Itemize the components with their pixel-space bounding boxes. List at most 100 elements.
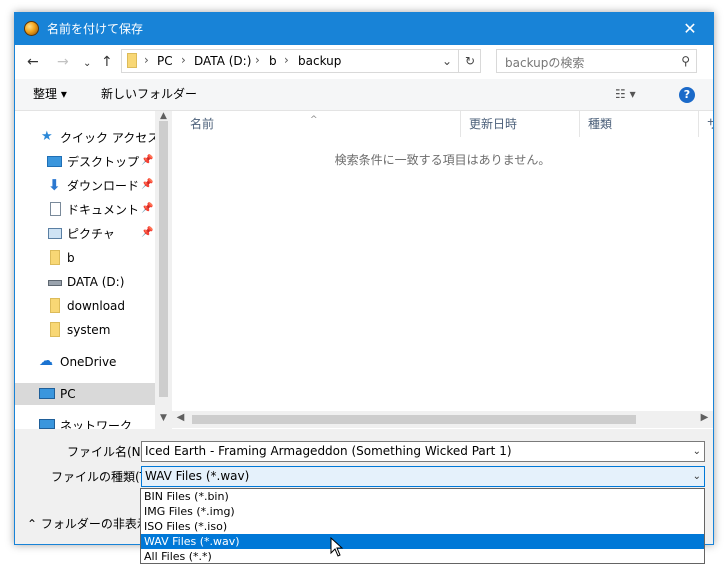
cloud-icon: ☁ (39, 353, 53, 369)
folder-icon (50, 322, 60, 337)
search-placeholder: backupの検索 (505, 56, 585, 70)
mouse-cursor-icon (330, 537, 344, 557)
filetype-option-iso[interactable]: ISO Files (*.iso) (141, 519, 704, 534)
scrollbar-thumb[interactable] (159, 121, 168, 397)
breadcrumb-backup[interactable]: backup (298, 54, 341, 68)
navigation-pane-scrollbar[interactable]: ▲ ▼ (155, 111, 172, 429)
filename-value: Iced Earth - Framing Armageddon (Somethi… (145, 444, 512, 458)
sidebar-item-label: ピクチャ (67, 227, 115, 241)
filename-field[interactable]: Iced Earth - Framing Armageddon (Somethi… (141, 441, 705, 462)
sidebar-item-downloads[interactable]: ⬇ ダウンロード 📌 (15, 175, 155, 197)
filetype-option-img[interactable]: IMG Files (*.img) (141, 504, 704, 519)
document-icon (50, 202, 61, 216)
scroll-up-arrow-icon[interactable]: ▲ (155, 111, 172, 121)
file-list-horizontal-scrollbar[interactable]: ◀ ▶ (172, 411, 713, 428)
hide-folders-button[interactable]: ⌃ フォルダーの非表示 (27, 517, 149, 531)
title-bar: 名前を付けて保存 ✕ (15, 13, 713, 45)
scrollbar-thumb[interactable] (192, 415, 636, 424)
folder-icon (127, 53, 137, 68)
sidebar-item-desktop[interactable]: デスクトップ 📌 (15, 151, 155, 173)
address-bar[interactable]: › PC › DATA (D:) › b › backup ⌄ ↻ (121, 49, 481, 73)
empty-message: 検索条件に一致する項目はありません。 (334, 153, 551, 167)
folder-icon (50, 250, 60, 265)
pin-icon[interactable]: 📌 (141, 227, 153, 238)
save-as-dialog: 名前を付けて保存 ✕ ← → ⌄ ↑ › PC › DATA (D:) › b … (14, 12, 714, 545)
scroll-down-arrow-icon[interactable]: ▼ (155, 413, 172, 423)
refresh-icon[interactable]: ↻ (458, 50, 481, 72)
sidebar-item-documents[interactable]: ドキュメント 📌 (15, 199, 155, 221)
chevron-right-icon: › (181, 53, 186, 67)
recent-locations-chevron-icon[interactable]: ⌄ (83, 56, 91, 72)
search-box[interactable]: backupの検索 ⚲ (496, 49, 697, 73)
filename-label: ファイル名(N): (67, 445, 150, 459)
search-icon[interactable]: ⚲ (681, 54, 690, 68)
chevron-right-icon: › (255, 53, 260, 67)
command-toolbar: 整理 ▾ 新しいフォルダー ☷ ▾ ? (15, 79, 713, 111)
sidebar-item-folder-system[interactable]: system (15, 319, 155, 341)
sidebar-item-label: クイック アクセス (60, 131, 155, 145)
sidebar-item-label: system (67, 323, 111, 337)
filetype-option-wav[interactable]: WAV Files (*.wav) (141, 534, 704, 549)
sidebar-item-label: PC (60, 387, 76, 401)
breadcrumb-b[interactable]: b (269, 54, 277, 68)
sidebar-item-label: ドキュメント (67, 203, 140, 217)
help-icon[interactable]: ? (679, 87, 695, 103)
filetype-option-all[interactable]: All Files (*.*) (141, 549, 704, 564)
new-folder-button[interactable]: 新しいフォルダー (101, 87, 197, 101)
app-icon (24, 21, 39, 36)
network-icon (39, 419, 55, 429)
column-header-type[interactable]: 種類 (580, 111, 699, 137)
pin-icon[interactable]: 📌 (141, 155, 153, 166)
column-header-label: 更新日時 (469, 117, 518, 131)
breadcrumb-pc[interactable]: PC (157, 54, 173, 68)
sidebar-item-data-drive[interactable]: DATA (D:) (15, 271, 155, 293)
sidebar-item-pc[interactable]: PC (15, 383, 155, 405)
scroll-right-arrow-icon[interactable]: ▶ (696, 412, 713, 423)
sidebar-item-label: DATA (D:) (67, 275, 125, 289)
pin-icon[interactable]: 📌 (141, 179, 153, 190)
sidebar-item-label: download (67, 299, 126, 313)
chevron-down-icon[interactable]: ⌄ (693, 467, 701, 486)
sidebar-item-onedrive[interactable]: ☁ OneDrive (15, 351, 155, 373)
sidebar-item-folder-b[interactable]: b (15, 247, 155, 269)
sidebar-item-quick-access[interactable]: ★ クイック アクセス (15, 127, 155, 149)
hide-folders-label: フォルダーの非表示 (40, 517, 149, 531)
scroll-left-arrow-icon[interactable]: ◀ (172, 412, 189, 423)
sidebar-item-label: b (67, 251, 75, 265)
address-dropdown-chevron-icon[interactable]: ⌄ (436, 50, 458, 72)
folder-icon (50, 298, 60, 313)
close-button[interactable]: ✕ (667, 13, 713, 45)
sort-ascending-icon: ^ (310, 115, 318, 125)
column-header-label: 種類 (588, 117, 613, 131)
chevron-down-icon[interactable]: ⌄ (693, 442, 701, 461)
forward-arrow-icon[interactable]: → (57, 54, 69, 70)
sidebar-item-pictures[interactable]: ピクチャ 📌 (15, 223, 155, 245)
column-header-modified[interactable]: 更新日時 (461, 111, 580, 137)
file-list: ^ 名前 更新日時 種類 サイ 検索条件に一致する項目はありません。 (172, 111, 713, 429)
up-arrow-icon[interactable]: ↑ (101, 54, 113, 70)
sidebar-item-folder-download[interactable]: download (15, 295, 155, 317)
breadcrumb-data-drive[interactable]: DATA (D:) (194, 54, 251, 68)
sidebar-item-label: OneDrive (60, 355, 117, 369)
organize-button[interactable]: 整理 ▾ (33, 87, 67, 101)
filetype-option-bin[interactable]: BIN Files (*.bin) (141, 489, 704, 504)
chevron-right-icon: › (144, 53, 149, 67)
filetype-selected-value: WAV Files (*.wav) (145, 469, 250, 483)
navigation-pane: ★ クイック アクセス デスクトップ 📌 ⬇ ダウンロード 📌 ドキュメント 📌… (15, 111, 155, 429)
download-icon: ⬇ (48, 176, 61, 194)
window-title: 名前を付けて保存 (47, 22, 144, 36)
sidebar-item-label: ネットワーク (60, 419, 133, 429)
column-header-size[interactable]: サイ (699, 111, 713, 137)
view-options-icon[interactable]: ☷ ▾ (615, 87, 636, 101)
filetype-select[interactable]: WAV Files (*.wav) ⌄ (141, 466, 705, 487)
sidebar-item-network[interactable]: ネットワーク (15, 415, 155, 429)
star-icon: ★ (41, 129, 53, 144)
pin-icon[interactable]: 📌 (141, 203, 153, 214)
chevron-up-icon: ⌃ (27, 517, 38, 531)
back-arrow-icon[interactable]: ← (27, 54, 39, 70)
column-header-name[interactable]: ^ 名前 (172, 111, 461, 137)
picture-icon (48, 228, 62, 239)
desktop-icon (47, 156, 62, 167)
column-header-label: サイ (707, 117, 713, 131)
sidebar-item-label: ダウンロード (67, 179, 140, 193)
